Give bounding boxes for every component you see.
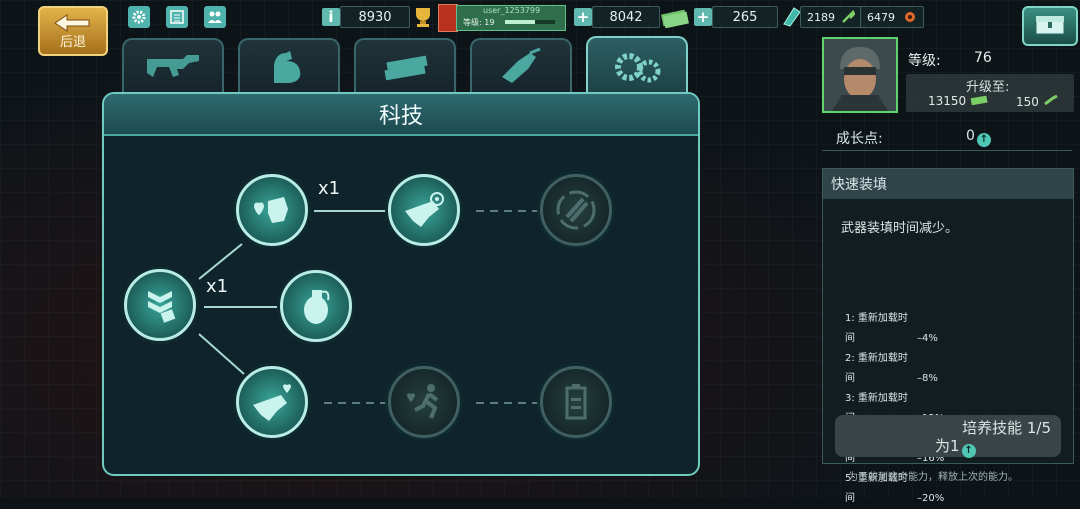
skill-level-row: 2: 重新加载时间 –8% [845, 353, 938, 384]
cash-counter: + 8042 [574, 6, 690, 28]
chest-icon [1035, 16, 1065, 35]
skill-name: 快速装填 [823, 169, 1073, 199]
muscle-icon [274, 51, 301, 83]
battery-icon [565, 384, 587, 420]
chest-button[interactable] [1022, 6, 1078, 46]
xp-progress-bar [505, 20, 555, 24]
skill-level-row: 1: 重新加载时间 –4% [845, 313, 938, 344]
hero-avatar[interactable] [822, 37, 898, 113]
running-heart-icon [407, 384, 439, 419]
tech-tree-panel: 科技 x1 x1 [102, 92, 700, 476]
train-skill-cost: 为1 ↑ [935, 435, 976, 458]
parts-value: 2189 [807, 10, 835, 24]
gem-counter: + 265 [694, 6, 804, 28]
back-button[interactable]: 后退 [38, 6, 108, 56]
rifle-icon [147, 55, 199, 77]
settings-button[interactable] [128, 6, 150, 28]
tech-node-fist[interactable] [236, 174, 308, 246]
add-cash-button[interactable]: + [574, 8, 592, 26]
upgrade-cash-cost: 13150 [928, 94, 988, 108]
skill-description: 武器装填时间减少。 [841, 221, 959, 236]
arrow-up-icon: ↑ [961, 444, 976, 458]
scrap-counter: 6479 [860, 6, 924, 28]
gears-icon [615, 53, 661, 83]
upgrade-label: 升级至: [966, 80, 1010, 95]
scrap-icon [905, 12, 915, 22]
user-profile-badge[interactable]: user_1253799 等级: 19 [456, 5, 566, 31]
tab-economy[interactable] [354, 38, 456, 94]
tech-node-fast-reload[interactable] [388, 174, 460, 246]
player-level: 等级: 19 [463, 18, 495, 27]
soldier-portrait-icon [824, 39, 896, 111]
rank-discount-icon [148, 291, 176, 323]
missions-button[interactable] [166, 6, 188, 28]
grenade-icon [304, 290, 330, 324]
gun-heart-icon [253, 384, 291, 421]
growth-value: 0 ↑ [966, 128, 991, 147]
multiplier-left: x1 [206, 276, 229, 297]
hero-level: 等级: 76 [908, 50, 992, 70]
upgrade-cost-box[interactable]: 升级至: 13150 150 [906, 74, 1074, 112]
tab-technology[interactable] [586, 36, 688, 96]
growth-label: 成长点: [836, 131, 883, 147]
fist-heart-icon [254, 197, 288, 223]
tech-node-ammo[interactable] [540, 174, 612, 246]
tech-node-gun-heart[interactable] [236, 366, 308, 438]
tech-node-battery[interactable] [540, 366, 612, 438]
info-icon: i [322, 8, 340, 26]
tab-strength[interactable] [238, 38, 340, 94]
trophy-value: 8930 [340, 6, 410, 28]
drill-icon [502, 47, 541, 83]
ammo-belt-icon [556, 190, 596, 230]
gun-target-icon [405, 192, 444, 227]
growth-points-row: 成长点: 0 ↑ [822, 124, 1072, 151]
rank-icon [438, 4, 458, 32]
cash-value: 8042 [592, 6, 660, 28]
list-icon [170, 10, 184, 24]
hero-level-label: 等级: [908, 53, 941, 69]
tab-tools[interactable] [470, 38, 572, 94]
cash-icon [970, 95, 988, 106]
cash-icon [661, 9, 689, 28]
hero-level-value: 76 [974, 50, 992, 66]
tech-node-grenade[interactable] [280, 270, 352, 342]
skill-detail-panel: 快速装填 武器装填时间减少。 1: 重新加载时间 –4% 2: 重新加载时间 –8%… [822, 168, 1074, 504]
username: user_1253799 [483, 6, 541, 15]
wrench-icon [1043, 94, 1058, 106]
back-arrow-icon [54, 13, 90, 32]
upgrade-parts-cost: 150 [1016, 94, 1059, 109]
skill-footnote: 为了收到这个能力，释放上次的能力。 [848, 472, 1018, 483]
tab-weapons[interactable] [122, 38, 224, 94]
tech-node-supply[interactable] [124, 269, 196, 341]
gear-icon [132, 10, 146, 24]
multiplier-top: x1 [318, 178, 341, 199]
parts-counter: 2189 [800, 6, 862, 28]
trophy-icon [416, 8, 430, 27]
cash-stack-icon [384, 55, 428, 81]
arrow-up-icon: ↑ [976, 133, 991, 147]
train-skill-button[interactable]: 培养技能 1/5 为1 ↑ [835, 415, 1061, 458]
friends-icon [208, 11, 222, 23]
gem-value: 265 [712, 6, 778, 28]
scrap-value: 6479 [867, 10, 895, 24]
back-label: 后退 [59, 34, 86, 50]
trophy-counter: i 8930 [322, 6, 436, 28]
friends-button[interactable] [204, 6, 226, 28]
tech-node-runner[interactable] [388, 366, 460, 438]
wrench-icon [842, 10, 855, 23]
add-gems-button[interactable]: + [694, 8, 712, 26]
